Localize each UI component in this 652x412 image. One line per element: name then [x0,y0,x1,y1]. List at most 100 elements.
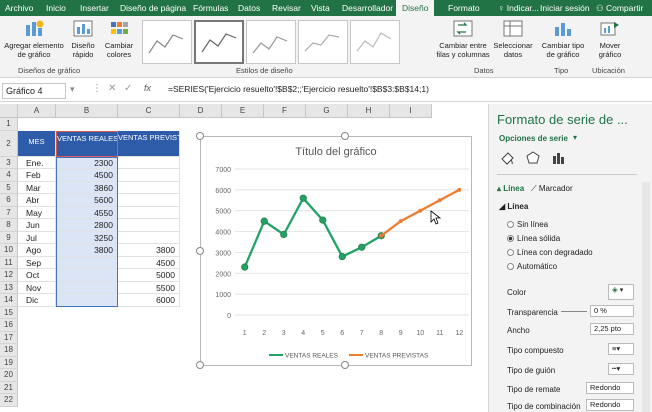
radio-solid-line[interactable]: Línea sólida [507,234,560,243]
table-cell[interactable]: Jun [18,219,56,232]
data-point[interactable] [358,243,366,251]
pane-scrollbar[interactable] [642,182,650,412]
function-icon[interactable]: fx [144,83,151,93]
table-cell[interactable]: Ago [18,244,56,257]
select-all-corner[interactable] [0,104,18,118]
column-header[interactable]: C [118,104,180,118]
row-header[interactable]: 9 [0,231,18,244]
resize-handle-sw[interactable] [196,361,204,369]
table-cell[interactable] [118,219,180,232]
series-options-bar-icon[interactable] [551,150,567,166]
tab-formulas[interactable]: Fórmulas [193,0,228,16]
table-cell[interactable] [118,169,180,182]
dash-dropdown[interactable]: ┅▾ [608,363,634,375]
chart-title[interactable]: Título del gráfico [295,146,376,158]
change-colors-button[interactable]: Cambiar colores [102,19,136,59]
confirm-icon[interactable]: ✓ [124,83,132,94]
table-cell[interactable] [118,231,180,244]
chart-style-3[interactable] [246,20,296,64]
data-point[interactable] [398,219,403,224]
chart-style-2[interactable] [194,20,244,64]
chevron-down-icon[interactable]: ▾ [70,84,75,95]
width-input[interactable]: 2,25 pto [590,323,634,335]
data-point[interactable] [379,233,384,238]
move-chart-button[interactable]: Mover gráfico [590,19,630,59]
table-cell[interactable]: 5500 [118,281,180,294]
row-header[interactable]: 11 [0,256,18,269]
tab-archivo[interactable]: Archivo [5,0,33,16]
tab-revisar[interactable]: Revisar [272,0,301,16]
row-header[interactable]: 14 [0,294,18,307]
column-header[interactable]: E [222,104,264,118]
section-line[interactable]: ◢ Línea [499,202,528,211]
column-header[interactable]: G [306,104,348,118]
sign-in-link[interactable]: Iniciar sesión [540,0,590,16]
chart-style-1[interactable] [142,20,192,64]
tab-inicio[interactable]: Inicio [46,0,66,16]
chevron-down-icon[interactable]: ▾ [573,133,577,142]
column-header[interactable]: F [264,104,306,118]
row-header[interactable]: 10 [0,244,18,257]
row-header[interactable]: 8 [0,219,18,232]
data-point[interactable] [338,253,346,261]
quick-layout-button[interactable]: Diseño rápido [66,19,100,59]
table-cell[interactable]: May [18,206,56,219]
data-point[interactable] [299,194,307,202]
tell-me[interactable]: ♀ Indicar... [498,0,539,16]
table-cell[interactable]: Abr [18,194,56,207]
transparency-input[interactable]: 0 % [590,305,634,317]
transparency-slider[interactable] [561,311,587,312]
tab-datos[interactable]: Datos [238,0,260,16]
row-header[interactable]: 2 [0,130,18,157]
resize-handle-s[interactable] [341,361,349,369]
column-header[interactable]: H [348,104,390,118]
tab-insertar[interactable]: Insertar [80,0,109,16]
table-cell[interactable]: 6000 [118,294,180,307]
table-cell[interactable]: 5000 [118,269,180,282]
switch-row-column-button[interactable]: Cambiar entre filas y columnas [434,19,492,59]
resize-handle-nw[interactable] [196,132,204,140]
share-button[interactable]: ⚇ Compartir [596,0,643,16]
tab-diseno-pagina[interactable]: Diseño de página [120,0,186,16]
row-header[interactable]: 7 [0,206,18,219]
fill-line-icon[interactable] [499,150,515,166]
legend-label[interactable]: VENTAS PREVISTAS [365,353,429,360]
data-point[interactable] [437,198,442,203]
series-options-dropdown[interactable]: Opciones de serie [499,134,568,143]
line-chart[interactable]: Título del gráfico 0 1000 2000 3000 4000 5000… [196,132,472,369]
table-cell[interactable]: Ene. [18,156,56,169]
row-header[interactable]: 15 [0,306,18,319]
data-point[interactable] [260,217,268,225]
tab-line[interactable]: ▴ Línea [497,184,524,193]
change-chart-type-button[interactable]: Cambiar tipo de gráfico [538,19,588,59]
table-cell[interactable]: Feb [18,169,56,182]
row-header[interactable]: 19 [0,356,18,369]
table-cell[interactable] [118,194,180,207]
table-cell[interactable]: MES [18,130,56,157]
cancel-icon[interactable]: ✕ [108,83,116,94]
data-point[interactable] [241,263,249,271]
table-cell[interactable]: VENTAS PREVISTAS [118,130,180,157]
table-cell[interactable]: Mar [18,181,56,194]
chart-style-4[interactable] [298,20,348,64]
row-header[interactable]: 5 [0,181,18,194]
cap-dropdown[interactable]: Redondo [586,382,634,394]
chart-style-5[interactable] [350,20,400,64]
table-cell[interactable]: Sep [18,256,56,269]
table-cell[interactable]: VENTAS REALES [56,130,118,157]
series-line-0[interactable] [243,196,382,268]
tab-diseno[interactable]: Diseño [396,0,435,16]
data-point[interactable] [280,230,288,239]
row-header[interactable]: 21 [0,381,18,394]
row-header[interactable]: 3 [0,156,18,169]
formula-input[interactable]: =SERIES('Ejercicio resuelto'!$B$2;;'Ejer… [168,84,429,94]
effects-pentagon-icon[interactable] [525,150,541,166]
radio-automatic[interactable]: Automático [507,262,557,271]
row-header[interactable]: 4 [0,169,18,182]
data-point[interactable] [457,187,462,192]
data-point[interactable] [319,216,327,224]
row-header[interactable]: 16 [0,319,18,332]
table-cell[interactable]: Oct [18,269,56,282]
row-header[interactable]: 13 [0,281,18,294]
table-cell[interactable] [118,206,180,219]
